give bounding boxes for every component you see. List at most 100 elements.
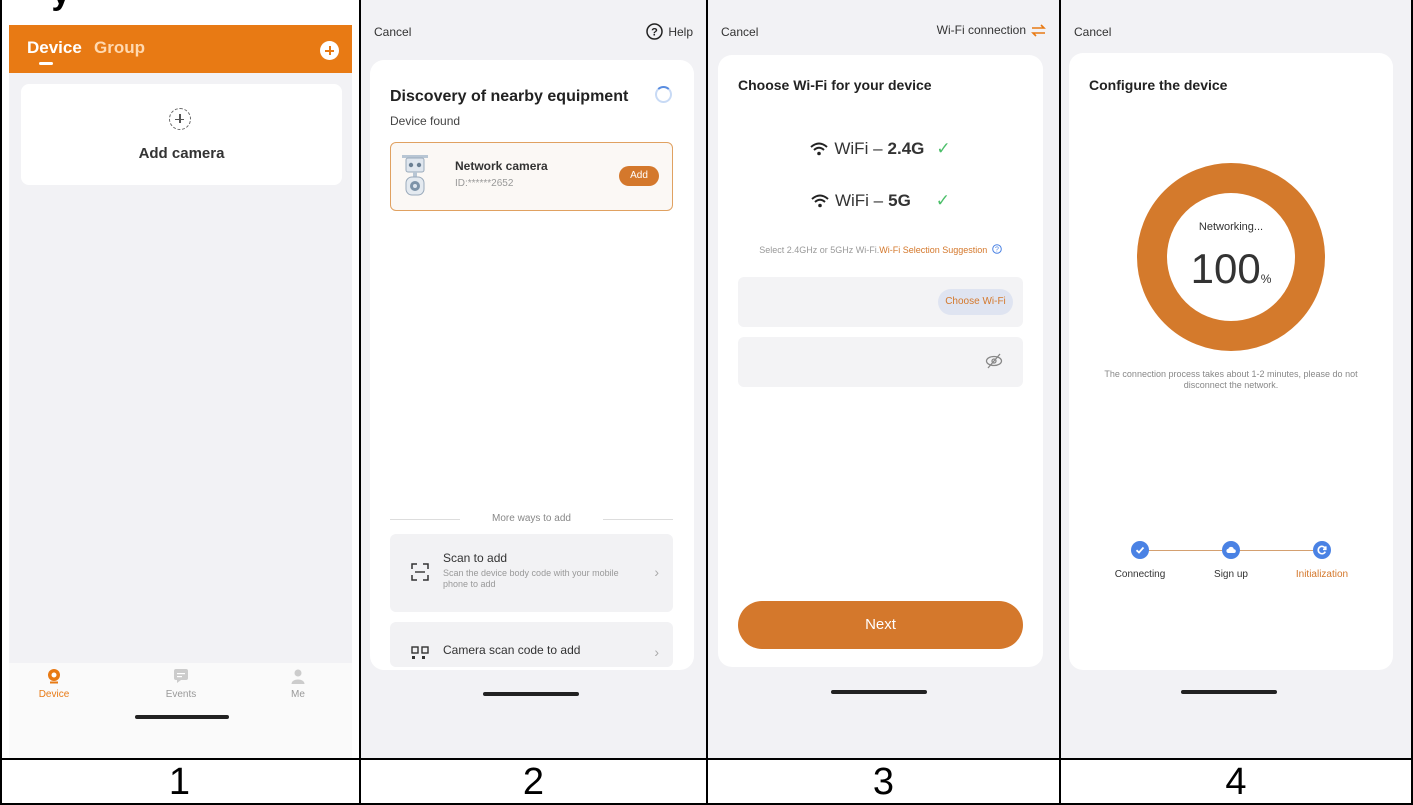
scan-to-add-subtitle: Scan the device body code with your mobi… — [443, 568, 619, 589]
eye-off-icon[interactable] — [985, 352, 1003, 370]
wifi-card: Choose Wi-Fi for your device WiFi – 2.4G… — [718, 55, 1043, 667]
qr-code-icon — [411, 646, 429, 659]
progress-value: 100 — [1190, 245, 1261, 292]
device-name: Network camera — [455, 159, 548, 173]
top-bar: Device Group — [9, 25, 352, 73]
grid-line — [359, 0, 361, 805]
nav-device-label: Device — [38, 689, 70, 700]
configure-title: Configure the device — [1089, 77, 1228, 93]
wifi-5g-band: 5G — [888, 191, 911, 210]
panel-number: 3 — [872, 761, 895, 803]
swap-arrows-icon — [1031, 23, 1046, 37]
device-found-label: Device found — [390, 114, 461, 128]
grid-line — [706, 0, 708, 805]
configure-card: Configure the device Networking... 100% … — [1069, 53, 1393, 670]
nav-device[interactable]: Device — [19, 668, 89, 700]
refresh-icon — [1313, 541, 1331, 559]
scan-frame-icon — [411, 563, 429, 581]
wifi-hint: Select 2.4GHz or 5GHz Wi-Fi.Wi-Fi Select… — [718, 244, 1043, 255]
loading-spinner-icon — [655, 86, 672, 103]
home-indicator — [483, 692, 579, 696]
more-ways-divider: More ways to add — [390, 512, 673, 526]
grid-line — [0, 0, 2, 805]
nav-events[interactable]: Events — [146, 668, 216, 700]
wifi-24g-row: WiFi – 2.4G ✓ — [718, 139, 1043, 159]
cancel-button[interactable]: Cancel — [1074, 25, 1111, 39]
wifi-connection-toggle[interactable]: Wi-Fi connection — [937, 23, 1046, 37]
networking-label: Networking... — [1198, 221, 1264, 233]
wifi-5g-label: WiFi – — [834, 191, 884, 210]
tab-device[interactable]: Device — [27, 38, 82, 58]
camera-icon — [48, 669, 60, 684]
wifi-24g-label: WiFi – — [834, 139, 883, 158]
nav-events-label: Events — [165, 689, 197, 700]
home-indicator — [831, 690, 927, 694]
choose-wifi-button[interactable]: Choose Wi-Fi — [938, 289, 1013, 315]
screenshot-grid: — y Device Group Add camera Device Event… — [0, 0, 1413, 805]
wifi-password-field[interactable] — [738, 337, 1023, 387]
network-camera-icon — [402, 155, 428, 196]
bottom-nav: Device Events Me — [9, 663, 352, 758]
svg-text:?: ? — [651, 27, 658, 39]
step-connecting: Connecting — [1114, 569, 1166, 580]
tab-device-underline — [39, 62, 53, 65]
panel-number: 1 — [168, 761, 191, 803]
step-sign-up: Sign up — [1214, 569, 1248, 580]
progress-unit: % — [1260, 272, 1272, 286]
checkmark-icon: ✓ — [936, 139, 951, 158]
add-camera-card[interactable]: Add camera — [21, 84, 342, 185]
next-button[interactable]: Next — [738, 601, 1023, 649]
camera-scan-title: Camera scan code to add — [443, 643, 581, 657]
device-list-screen: — y Device Group Add camera Device Event… — [0, 0, 359, 758]
nav-me-label: Me — [291, 689, 305, 700]
add-camera-label: Add camera — [138, 145, 225, 162]
wifi-5g-row: WiFi – 5G ✓ — [718, 191, 1043, 211]
home-indicator — [1181, 690, 1277, 694]
person-icon — [291, 669, 305, 684]
tab-group[interactable]: Group — [94, 38, 145, 58]
discovery-screen: Cancel ? Help Discovery of nearby equipm… — [361, 0, 706, 758]
cropped-heading: — y — [0, 0, 359, 12]
wifi-screen: Cancel Wi-Fi connection Choose Wi-Fi for… — [708, 0, 1059, 758]
chevron-right-icon: › — [654, 644, 659, 660]
wifi-connection-label: Wi-Fi connection — [936, 23, 1026, 37]
help-label: Help — [668, 24, 693, 39]
wifi-24g-band: 2.4G — [887, 139, 925, 158]
cancel-button[interactable]: Cancel — [721, 25, 758, 39]
checkmark-icon: ✓ — [935, 191, 951, 210]
connection-note: The connection process takes about 1-2 m… — [1104, 369, 1358, 390]
device-list-body: Add camera — [9, 73, 352, 663]
wifi-icon — [811, 194, 829, 208]
dashed-plus-icon — [169, 108, 191, 130]
panel-number: 2 — [522, 761, 545, 803]
add-device-button[interactable]: Add — [619, 166, 659, 186]
check-circle-icon — [1131, 541, 1149, 559]
scan-to-add-item[interactable]: Scan to add Scan the device body code wi… — [390, 534, 673, 612]
grid-line — [1059, 0, 1061, 805]
wifi-name-field[interactable]: Choose Wi-Fi — [738, 277, 1023, 327]
camera-scan-item[interactable]: Camera scan code to add › — [390, 622, 673, 667]
progress-percent: 100% — [1069, 245, 1393, 293]
wifi-icon — [810, 142, 829, 156]
chevron-right-icon: › — [654, 564, 659, 580]
help-icon[interactable]: ? — [991, 244, 1002, 254]
message-icon — [174, 669, 188, 683]
discovery-card: Discovery of nearby equipment Device fou… — [370, 60, 694, 670]
discovery-title: Discovery of nearby equipment — [390, 88, 629, 105]
step-initialization: Initialization — [1295, 569, 1349, 580]
svg-text:?: ? — [995, 247, 999, 254]
found-device-card[interactable]: Network camera ID:******2652 Add — [390, 142, 673, 211]
help-button[interactable]: ? Help — [646, 23, 693, 40]
add-plus-icon[interactable] — [320, 41, 339, 60]
wifi-suggestion-link[interactable]: Wi-Fi Selection Suggestion — [879, 245, 987, 255]
help-icon: ? — [646, 23, 664, 40]
nav-me[interactable]: Me — [263, 668, 333, 700]
home-indicator — [135, 715, 229, 719]
scan-to-add-title: Scan to add — [443, 551, 508, 565]
wifi-hint-text: Select 2.4GHz or 5GHz Wi-Fi. — [759, 245, 880, 255]
cancel-button[interactable]: Cancel — [374, 25, 411, 39]
configure-screen: Cancel Configure the device Networking..… — [1061, 0, 1413, 758]
divider-line-right — [603, 519, 673, 520]
cloud-icon — [1222, 541, 1240, 559]
panel-number: 4 — [1225, 761, 1247, 803]
